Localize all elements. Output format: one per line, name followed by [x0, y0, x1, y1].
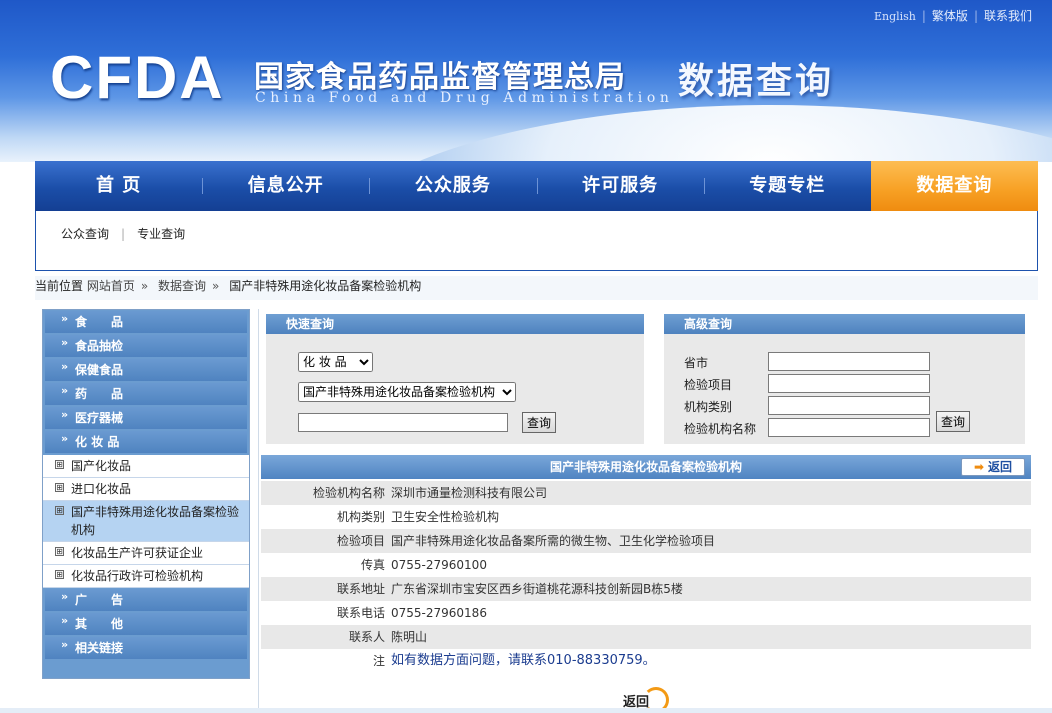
breadcrumb-data-query[interactable]: 数据查询	[158, 279, 206, 293]
quick-search-input[interactable]	[298, 413, 508, 432]
main-content: 快速查询 化 妆 品 国产非特殊用途化妆品备案检验机构 查询 高级查询 省市 检…	[258, 309, 1032, 713]
province-input[interactable]	[768, 352, 930, 371]
table-row: 检验项目 国产非特殊用途化妆品备案所需的微生物、卫生化学检验项目	[261, 529, 1031, 553]
nav-info-disclosure[interactable]: 信息公开	[202, 161, 369, 211]
bottom-divider	[0, 708, 1052, 713]
test-item-label: 检验项目	[684, 378, 733, 392]
quick-search-title: 快速查询	[266, 314, 644, 334]
institution-name-input[interactable]	[768, 418, 930, 437]
nav-public-service[interactable]: 公众服务	[369, 161, 536, 211]
table-row: 注如有数据方面问题，请联系010-88330759。	[261, 649, 1031, 673]
subnav-public-query[interactable]: 公众查询	[61, 227, 109, 241]
sub-nav: 公众查询 | 专业查询	[35, 211, 1038, 271]
advanced-search-panel: 高级查询 省市 检验项目 机构类别 检验机构名称 查询	[664, 314, 1025, 444]
arrow-right-icon: ➡	[973, 460, 985, 474]
institution-name-label: 检验机构名称	[684, 422, 757, 436]
result-header: 国产非特殊用途化妆品备案检验机构 ➡ 返回	[261, 455, 1031, 479]
contact-us-link[interactable]: 联系我们	[984, 9, 1032, 23]
sidebar-cat-food[interactable]: » 食 品	[45, 311, 247, 333]
expand-box-icon: ⊞	[55, 483, 64, 492]
top-links: English | 繁体版 | 联系我们	[873, 9, 1032, 23]
section-title: 数据查询	[678, 61, 835, 102]
sidebar-item-domestic-cosmetics[interactable]: ⊞ 国产化妆品	[43, 455, 249, 478]
breadcrumb-home[interactable]: 网站首页	[87, 279, 135, 293]
test-item-input[interactable]	[768, 374, 930, 393]
table-row: 机构类别 卫生安全性检验机构	[336, 510, 500, 524]
cosmetics-sublist: ⊞ 国产化妆品 ⊞ 进口化妆品 ⊞ 国产非特殊用途化妆品备案检验机构 ⊞ 化妆品生产许可…	[43, 455, 249, 588]
table-row: 联系地址 广东省深圳市宝安区西乡街道桃花源科技创新园B栋5楼	[261, 577, 1031, 601]
cfda-logo[interactable]: CFDA	[50, 48, 225, 108]
table-row: 检验机构名称 深圳市通量检测科技有限公司	[261, 481, 1031, 505]
table-row: 联系人 陈明山	[261, 625, 1031, 649]
sidebar-item-admin-license-inst[interactable]: ⊞ 化妆品行政许可检验机构	[43, 565, 249, 588]
expand-box-icon: ⊞	[55, 460, 64, 469]
sidebar-cat-ads[interactable]: » 广 告	[45, 589, 247, 611]
main-nav: 首 页 信息公开 公众服务 许可服务 专题专栏 数据查询	[35, 161, 1039, 211]
sidebar-cat-medical-devices[interactable]: » 医疗器械	[45, 407, 247, 429]
result-title: 国产非特殊用途化妆品备案检验机构	[549, 460, 742, 474]
sidebar-cat-health-food[interactable]: » 保健食品	[45, 359, 247, 381]
institution-type-input[interactable]	[768, 396, 930, 415]
sidebar-item-testing-institutions[interactable]: ⊞ 国产非特殊用途化妆品备案检验机构	[43, 501, 249, 542]
traditional-chinese-link[interactable]: 繁体版	[932, 9, 968, 23]
sidebar-item-imported-cosmetics[interactable]: ⊞ 进口化妆品	[43, 478, 249, 501]
site-header: English | 繁体版 | 联系我们 CFDA 国家食品药品监督管理总局 China…	[0, 0, 1052, 162]
subnav-professional-query[interactable]: 专业查询	[137, 227, 185, 241]
category-select[interactable]: 化 妆 品	[298, 352, 373, 372]
institution-type-label: 机构类别	[684, 400, 733, 414]
quick-search-button[interactable]: 查询	[522, 412, 557, 433]
advanced-search-title: 高级查询	[664, 314, 1025, 334]
sidebar-cat-drugs[interactable]: » 药 品	[45, 383, 247, 405]
quick-search-panel: 快速查询 化 妆 品 国产非特殊用途化妆品备案检验机构 查询	[266, 314, 644, 444]
sidebar-cat-related-links[interactable]: » 相关链接	[45, 637, 247, 659]
sidebar-item-production-license[interactable]: ⊞ 化妆品生产许可获证企业	[43, 542, 249, 565]
subcategory-select[interactable]: 国产非特殊用途化妆品备案检验机构	[298, 382, 516, 402]
nav-home[interactable]: 首 页	[35, 161, 202, 211]
sidebar: » 食 品 » 食品抽检 » 保健食品 » 药 品 » 医疗器械 » 化 妆 品 ⊞ 国产化妆…	[42, 309, 250, 679]
table-row: 联系电话 0755-27960186	[336, 606, 487, 620]
agency-title-en: China Food and Drug Administration	[255, 90, 674, 106]
expand-box-icon: ⊞	[55, 506, 64, 515]
sidebar-cat-food-sampling[interactable]: » 食品抽检	[45, 335, 247, 357]
nav-license-service[interactable]: 许可服务	[536, 161, 704, 211]
breadcrumb-current: 国产非特殊用途化妆品备案检验机构	[229, 279, 422, 293]
sidebar-cat-other[interactable]: » 其 他	[45, 613, 247, 635]
advanced-search-button[interactable]: 查询	[936, 411, 971, 432]
breadcrumb: 当前位置 网站首页» 数据查询» 国产非特殊用途化妆品备案检验机构	[35, 276, 1038, 300]
contact-note: 如有数据方面问题，请联系010-88330759。	[391, 653, 656, 668]
nav-special-topics[interactable]: 专题专栏	[703, 161, 871, 211]
globe-image	[320, 105, 1052, 162]
back-button-top[interactable]: ➡ 返回	[961, 458, 1025, 476]
province-label: 省市	[684, 356, 709, 370]
sidebar-cat-cosmetics[interactable]: » 化 妆 品	[45, 431, 247, 453]
result-table: 检验机构名称 深圳市通量检测科技有限公司 机构类别 卫生安全性检验机构 检验项目 国产…	[261, 481, 1031, 673]
english-link[interactable]: English	[874, 10, 916, 23]
expand-box-icon: ⊞	[55, 547, 64, 556]
nav-data-query[interactable]: 数据查询	[870, 161, 1039, 211]
expand-box-icon: ⊞	[55, 570, 64, 579]
table-row: 传真 0755-27960100	[360, 558, 487, 572]
breadcrumb-label: 当前位置	[35, 279, 84, 293]
